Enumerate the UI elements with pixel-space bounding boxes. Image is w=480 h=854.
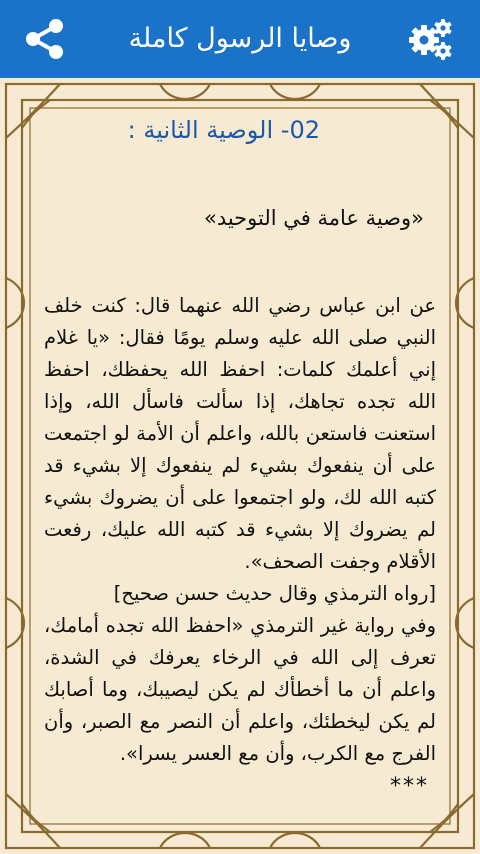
hadith-source: [رواه الترمذي وقال حديث حسن صحيح] xyxy=(113,582,436,605)
hadith-narration: وفي رواية غير الترمذي «احفظ الله تجده أم… xyxy=(44,614,436,765)
settings-button[interactable] xyxy=(408,16,454,62)
app-bar: وصايا الرسول كاملة xyxy=(0,0,480,78)
gear-icon xyxy=(409,19,452,60)
hadith-paragraph: عن ابن عباس رضي الله عنهما قال: كنت خلف … xyxy=(44,294,436,573)
hadith-text: عن ابن عباس رضي الله عنهما قال: كنت خلف … xyxy=(44,290,436,770)
section-subtitle: «وصية عامة في التوحيد» xyxy=(203,206,424,230)
content-page[interactable]: 02- الوصية الثانية : «وصية عامة في التوح… xyxy=(0,78,480,854)
section-heading: 02- الوصية الثانية : xyxy=(127,116,320,144)
separator-stars: *** xyxy=(390,774,429,799)
